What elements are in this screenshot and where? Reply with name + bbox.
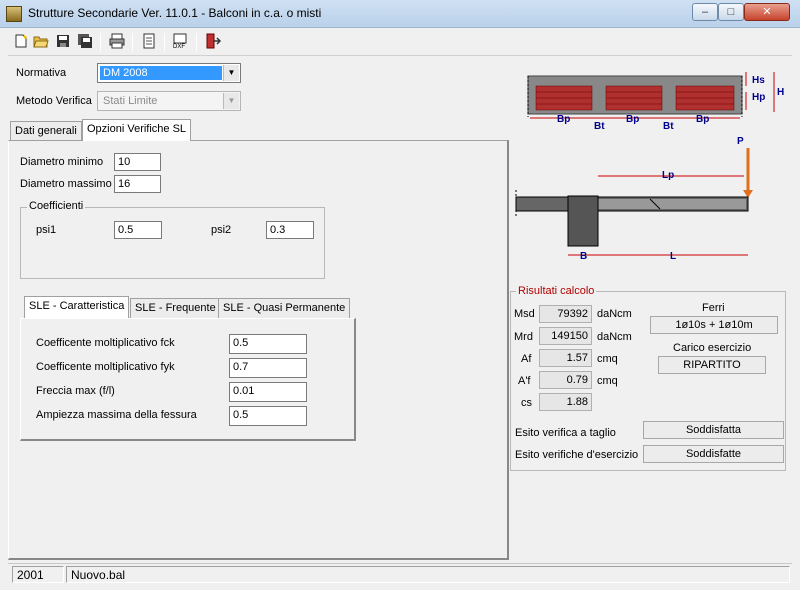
toolbar: DXF — [8, 29, 792, 56]
af-label: Af — [521, 353, 532, 365]
carico-value: RIPARTITO — [658, 356, 766, 374]
toolbar-separator — [100, 33, 101, 52]
dim-hs: Hs — [752, 75, 765, 86]
save-icon[interactable] — [54, 33, 72, 51]
msd-unit: daNcm — [597, 308, 632, 320]
toolbar-separator — [164, 33, 165, 52]
balcony-diagram: Hs Hp H Bp Bt Bp Bt Bp P Lp B L — [515, 72, 784, 262]
save-all-icon[interactable] — [76, 33, 94, 51]
metodo-label: Metodo Verifica — [16, 95, 92, 107]
fck-input[interactable]: 0.5 — [229, 334, 307, 354]
dim-bp-2: Bp — [626, 114, 639, 125]
title-bar: Strutture Secondarie Ver. 11.0.1 - Balco… — [0, 0, 800, 28]
svg-text:DXF: DXF — [173, 44, 185, 49]
normativa-select[interactable]: DM 2008 ▼ — [97, 63, 241, 83]
tab-sle-caratteristica[interactable]: SLE - Caratteristica — [24, 296, 130, 318]
af-unit: cmq — [597, 353, 618, 365]
coefficienti-group — [20, 207, 325, 279]
tab-dati-generali[interactable]: Dati generali — [10, 121, 82, 141]
ferri-value: 1ø10s + 1ø10m — [650, 316, 778, 334]
tab-opzioni-verifiche[interactable]: Opzioni Verifiche SL — [82, 119, 192, 141]
fessura-input[interactable]: 0.5 — [229, 406, 307, 426]
app-icon — [6, 6, 22, 22]
dim-bp-1: Bp — [557, 114, 570, 125]
toolbar-separator — [132, 33, 133, 52]
msd-value: 79392 — [539, 305, 592, 323]
print-icon[interactable] — [108, 33, 126, 51]
fck-label: Coefficente moltiplicativo fck — [36, 337, 175, 349]
taglio-label: Esito verifica a taglio — [515, 427, 616, 439]
normativa-value: DM 2008 — [100, 66, 222, 80]
minimize-button[interactable]: – — [692, 3, 718, 21]
mrd-label: Mrd — [514, 331, 533, 343]
cs-value: 1.88 — [539, 393, 592, 411]
cs-label: cs — [521, 397, 532, 409]
risultati-title: Risultati calcolo — [516, 285, 597, 297]
fyk-input[interactable]: 0.7 — [229, 358, 307, 378]
opzioni-panel: Diametro minimo 10 Diametro massimo 16 C… — [8, 140, 509, 560]
normativa-label: Normativa — [16, 67, 67, 79]
dim-l: L — [670, 251, 676, 262]
diametro-minimo-input[interactable]: 10 — [114, 153, 161, 171]
mrd-unit: daNcm — [597, 331, 632, 343]
diametro-massimo-label: Diametro massimo — [20, 178, 112, 190]
status-year: 2001 — [12, 566, 64, 583]
dim-bt-2: Bt — [663, 121, 674, 132]
diametro-massimo-input[interactable]: 16 — [114, 175, 161, 193]
a1f-value: 0.79 — [539, 371, 592, 389]
open-folder-icon[interactable] — [32, 33, 50, 51]
slab-section-diagram: Hs Hp H Bp Bt Bp Bt Bp — [527, 72, 784, 132]
freccia-input[interactable]: 0.01 — [229, 382, 307, 402]
carico-label: Carico esercizio — [673, 342, 752, 354]
dim-lp: Lp — [662, 170, 674, 181]
close-button[interactable]: ✕ — [744, 3, 790, 21]
ferri-label: Ferri — [702, 302, 725, 314]
window-title: Strutture Secondarie Ver. 11.0.1 - Balco… — [28, 6, 322, 20]
dxf-export-icon[interactable]: DXF — [172, 33, 190, 51]
fyk-label: Coefficente moltiplicativo fyk — [36, 361, 175, 373]
fessura-label: Ampiezza massima della fessura — [36, 409, 197, 421]
psi2-label: psi2 — [211, 224, 232, 236]
sle-panel: Coefficente moltiplicativo fck 0.5 Coeff… — [20, 318, 356, 441]
exit-icon[interactable] — [204, 33, 222, 51]
chevron-down-icon[interactable]: ▼ — [223, 93, 239, 109]
diametro-minimo-label: Diametro minimo — [20, 156, 104, 168]
tab-sle-quasi-permanente[interactable]: SLE - Quasi Permanente — [218, 298, 351, 318]
status-bar: 2001 Nuovo.bal — [8, 563, 792, 583]
dim-b: B — [580, 251, 587, 262]
dim-bt-1: Bt — [594, 121, 605, 132]
tab-sle-frequente[interactable]: SLE - Frequente — [130, 298, 221, 318]
metodo-select[interactable]: Stati Limite ▼ — [97, 91, 241, 111]
maximize-button[interactable]: □ — [718, 3, 744, 21]
metodo-value: Stati Limite — [103, 95, 158, 107]
mrd-value: 149150 — [539, 327, 592, 345]
psi2-input[interactable]: 0.3 — [266, 221, 314, 239]
dim-bp-3: Bp — [696, 114, 709, 125]
dim-h: H — [777, 87, 784, 98]
coefficienti-label: Coefficienti — [27, 200, 86, 212]
new-file-icon[interactable] — [12, 33, 30, 51]
psi1-input[interactable]: 0.5 — [114, 221, 162, 239]
dim-hp: Hp — [752, 92, 765, 103]
esercizio-value: Soddisfatte — [643, 445, 784, 463]
preview-icon[interactable] — [140, 33, 158, 51]
chevron-down-icon[interactable]: ▼ — [223, 65, 239, 81]
freccia-label: Freccia max (f/l) — [36, 385, 115, 397]
af-value: 1.57 — [539, 349, 592, 367]
taglio-value: Soddisfatta — [643, 421, 784, 439]
a1f-unit: cmq — [597, 375, 618, 387]
cantilever-diagram: P Lp B L — [515, 136, 753, 262]
psi1-label: psi1 — [36, 224, 57, 236]
a1f-label: A'f — [518, 375, 531, 387]
toolbar-separator — [196, 33, 197, 52]
load-p-label: P — [737, 136, 744, 147]
status-file: Nuovo.bal — [66, 566, 790, 583]
msd-label: Msd — [514, 308, 535, 320]
esercizio-label: Esito verifiche d'esercizio — [515, 449, 639, 461]
